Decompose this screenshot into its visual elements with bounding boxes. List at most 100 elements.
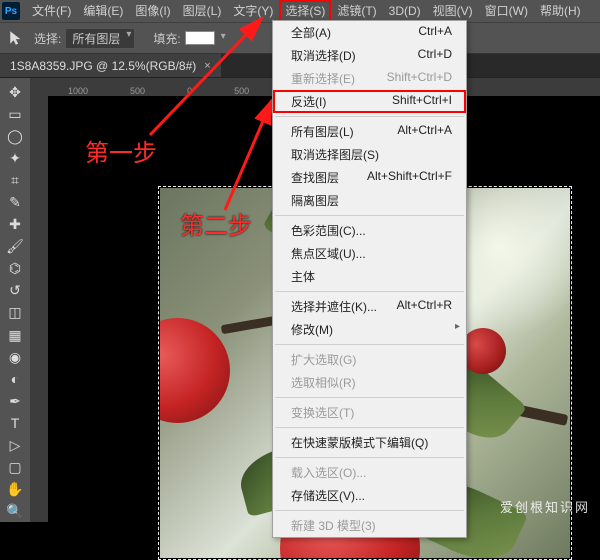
menu-item-label: 选取相似(R) [291, 374, 356, 391]
tool-zoom[interactable]: 🔍 [3, 502, 27, 522]
menu-item-在快速蒙版模式下编辑[interactable]: 在快速蒙版模式下编辑(Q) [273, 431, 466, 454]
ruler-vertical [30, 96, 48, 522]
menu-item-焦点区域[interactable]: 焦点区域(U)... [273, 242, 466, 265]
select-menu-dropdown: 全部(A)Ctrl+A 取消选择(D) Ctrl+D 重新选择(E) Shift+Ctr… [272, 20, 467, 538]
menu-item-修改[interactable]: 修改(M) [273, 318, 466, 341]
menu-item-shortcut: Ctrl+D [418, 47, 452, 64]
ruler-tick: 500 [130, 86, 145, 96]
menu-item-主体[interactable]: 主体 [273, 265, 466, 288]
menu-滤镜[interactable]: 滤镜(T) [331, 0, 382, 22]
menu-item-所有图层[interactable]: 所有图层(L) Alt+Ctrl+A [273, 120, 466, 143]
menu-separator [275, 291, 464, 292]
document-tab[interactable]: 1S8A8359.JPG @ 12.5%(RGB/8#) × [0, 54, 221, 77]
menu-item-查找图层[interactable]: 查找图层 Alt+Shift+Ctrl+F [273, 166, 466, 189]
tool-healing[interactable]: ✚ [3, 215, 27, 235]
menu-separator [275, 116, 464, 117]
menu-separator [275, 397, 464, 398]
tool-type[interactable]: T [3, 413, 27, 433]
menu-文字[interactable]: 文字(Y) [227, 0, 279, 22]
menu-item-label: 取消选择(D) [291, 47, 356, 64]
document-tab-title: 1S8A8359.JPG @ 12.5%(RGB/8#) [10, 59, 196, 73]
menu-item-label: 主体 [291, 268, 315, 285]
toolbox: ✥▭◯✦⌗✎ ✚🖌⌬↺◫▦◉◐✒T ▷▢✋🔍 [0, 78, 30, 522]
tool-path-select[interactable]: ▷ [3, 436, 27, 456]
menu-item-色彩范围[interactable]: 色彩范围(C)... [273, 219, 466, 242]
menu-item-扩大选取: 扩大选取(G) [273, 348, 466, 371]
menu-item-label: 重新选择(E) [291, 70, 355, 87]
menu-item-全部[interactable]: 全部(A)Ctrl+A [273, 21, 466, 44]
menu-item-重新选择: 重新选择(E) Shift+Ctrl+D [273, 67, 466, 90]
menu-视图[interactable]: 视图(V) [427, 0, 479, 22]
menu-item-shortcut: Ctrl+A [418, 24, 452, 41]
menu-窗口[interactable]: 窗口(W) [479, 0, 534, 22]
ruler-tick: 1000 [68, 86, 88, 96]
tool-move[interactable]: ✥ [3, 82, 27, 102]
tool-blur[interactable]: ◉ [3, 347, 27, 367]
fill-swatch[interactable] [185, 31, 215, 45]
annotation-step1: 第一步 [85, 133, 157, 168]
menu-item-shortcut: Shift+Ctrl+D [387, 70, 452, 87]
menu-选择[interactable]: 选择(S) [279, 0, 331, 22]
menu-item-shortcut: Shift+Ctrl+I [392, 93, 452, 110]
menu-item-label: 选择并遮住(K)... [291, 298, 377, 315]
menu-separator [275, 215, 464, 216]
tool-stamp[interactable]: ⌬ [3, 259, 27, 279]
menu-item-shortcut: Alt+Ctrl+R [397, 298, 452, 315]
menu-item-label: 存储选区(V)... [291, 487, 365, 504]
menu-separator [275, 344, 464, 345]
menu-item-shortcut: Alt+Shift+Ctrl+F [367, 169, 452, 186]
ruler-tick: 500 [234, 86, 249, 96]
menu-item-选取相似: 选取相似(R) [273, 371, 466, 394]
menu-item-label: 扩大选取(G) [291, 351, 356, 368]
menu-帮助[interactable]: 帮助(H) [534, 0, 587, 22]
move-tool-icon [8, 29, 26, 47]
menubar: Ps 文件(F)编辑(E)图像(I)图层(L)文字(Y)选择(S)滤镜(T)3D… [0, 0, 600, 22]
menu-item-label: 隔离图层 [291, 192, 339, 209]
menu-item-label: 变换选区(T) [291, 404, 354, 421]
tool-gradient[interactable]: ▦ [3, 325, 27, 345]
tool-eraser[interactable]: ◫ [3, 303, 27, 323]
menu-separator [275, 510, 464, 511]
menu-item-shortcut: Alt+Ctrl+A [397, 123, 452, 140]
menu-item-label: 载入选区(O)... [291, 464, 366, 481]
menu-item-label: 取消选择图层(S) [291, 146, 379, 163]
menu-item-隔离图层[interactable]: 隔离图层 [273, 189, 466, 212]
layer-select-dropdown[interactable]: 所有图层 [65, 28, 135, 49]
ruler-tick: 0 [187, 86, 192, 96]
menu-item-新建 3D 模型: 新建 3D 模型(3) [273, 514, 466, 537]
tool-crop[interactable]: ⌗ [3, 170, 27, 190]
tool-eyedropper[interactable]: ✎ [3, 192, 27, 212]
menu-item-变换选区: 变换选区(T) [273, 401, 466, 424]
menu-item-label: 新建 3D 模型(3) [291, 517, 376, 534]
fill-label: 填充: [153, 30, 180, 47]
menu-文件[interactable]: 文件(F) [26, 0, 77, 22]
menu-item-label: 所有图层(L) [291, 123, 354, 140]
tool-marquee[interactable]: ▭ [3, 104, 27, 124]
ps-logo-icon: Ps [2, 2, 20, 20]
menu-item-反选[interactable]: 反选(I)Shift+Ctrl+I [273, 90, 466, 113]
menu-item-载入选区: 载入选区(O)... [273, 461, 466, 484]
menu-图像[interactable]: 图像(I) [129, 0, 176, 22]
tool-lasso[interactable]: ◯ [3, 126, 27, 146]
menu-item-label: 修改(M) [291, 321, 333, 338]
menu-item-选择并遮住[interactable]: 选择并遮住(K)... Alt+Ctrl+R [273, 295, 466, 318]
menu-item-label: 查找图层 [291, 169, 339, 186]
tool-hand[interactable]: ✋ [3, 480, 27, 500]
tool-dodge[interactable]: ◐ [3, 369, 27, 389]
menu-item-取消选择图层[interactable]: 取消选择图层(S) [273, 143, 466, 166]
menu-item-label: 在快速蒙版模式下编辑(Q) [291, 434, 428, 451]
menu-separator [275, 427, 464, 428]
ruler-corner [30, 78, 48, 96]
menu-编辑[interactable]: 编辑(E) [77, 0, 129, 22]
tab-close-icon[interactable]: × [204, 60, 210, 72]
menu-item-取消选择[interactable]: 取消选择(D) Ctrl+D [273, 44, 466, 67]
tool-history-brush[interactable]: ↺ [3, 281, 27, 301]
menu-3d[interactable]: 3D(D) [383, 0, 427, 22]
tool-magic-wand[interactable]: ✦ [3, 148, 27, 168]
menu-图层[interactable]: 图层(L) [177, 0, 228, 22]
tool-rectangle[interactable]: ▢ [3, 458, 27, 478]
menu-item-label: 色彩范围(C)... [291, 222, 366, 239]
menu-item-存储选区[interactable]: 存储选区(V)... [273, 484, 466, 507]
tool-brush[interactable]: 🖌 [3, 237, 27, 257]
tool-pen[interactable]: ✒ [3, 391, 27, 411]
